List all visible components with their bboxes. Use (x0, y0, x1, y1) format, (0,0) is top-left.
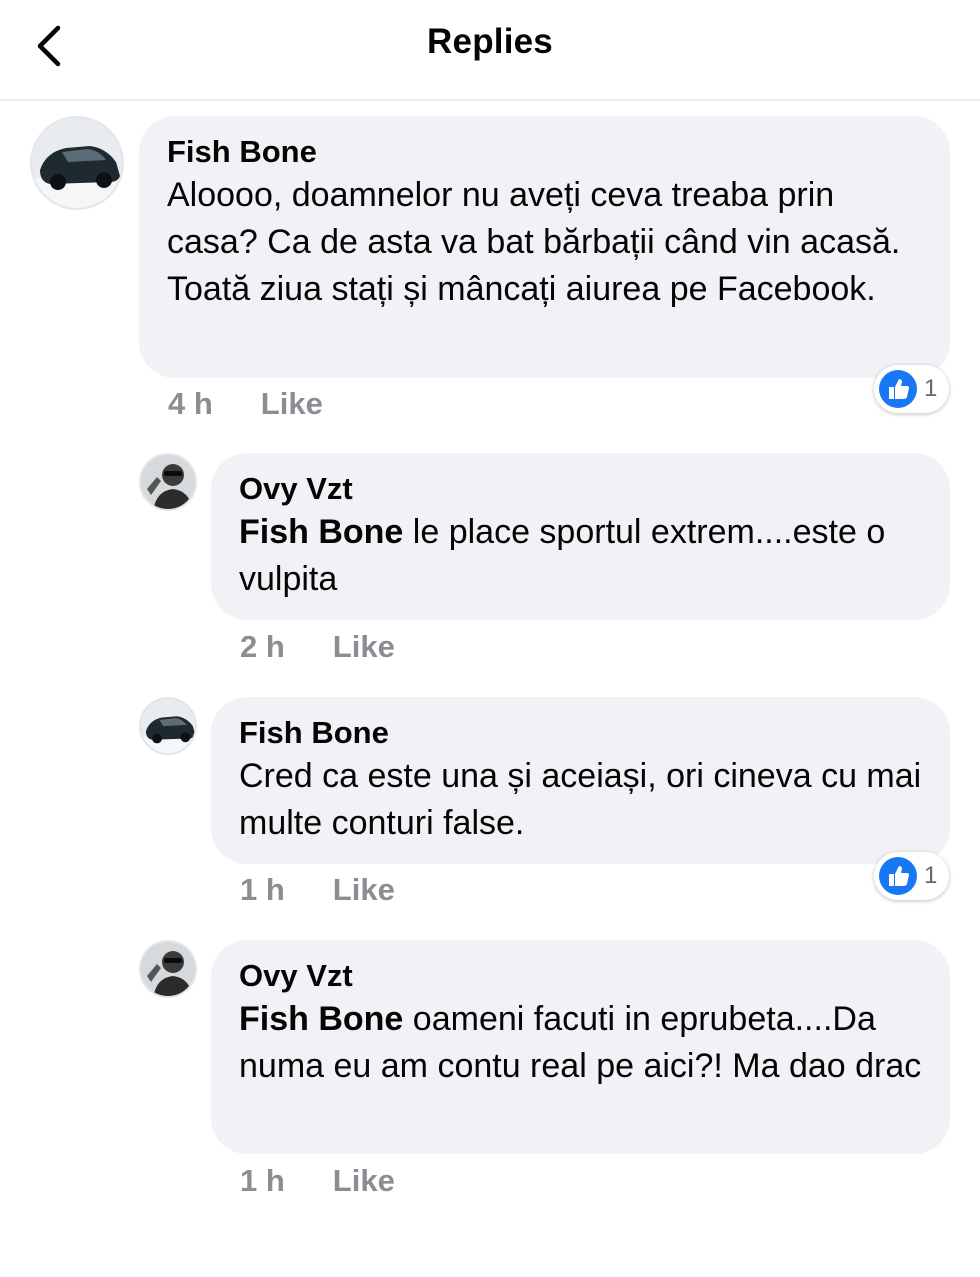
comment-meta: 1 h Like (240, 872, 395, 908)
comment-bubble[interactable]: Ovy Vzt Fish Bone le place sportul extre… (211, 453, 950, 620)
comment-time[interactable]: 1 h (240, 872, 285, 908)
avatar-person[interactable] (139, 940, 197, 998)
reaction-count-badge[interactable]: 1 (874, 852, 950, 900)
comment-meta: 1 h Like (240, 1163, 395, 1199)
comment-time[interactable]: 2 h (240, 629, 285, 665)
avatar-person[interactable] (139, 453, 197, 511)
comment-author[interactable]: Ovy Vzt (239, 956, 922, 996)
reaction-count-badge[interactable]: 1 (874, 365, 950, 413)
comment-text: Fish Bone le place sportul extrem....est… (239, 509, 922, 603)
comment-text: Fish Bone oameni facuti in eprubeta....D… (239, 996, 922, 1090)
reaction-count: 1 (924, 375, 938, 402)
like-button[interactable]: Like (261, 386, 323, 422)
avatar-car[interactable] (30, 116, 124, 210)
page-title: Replies (427, 22, 553, 61)
reaction-count: 1 (924, 862, 938, 889)
comment-time[interactable]: 1 h (240, 1163, 285, 1199)
comment-meta: 4 h Like (168, 386, 323, 422)
comment-bubble[interactable]: Ovy Vzt Fish Bone oameni facuti in eprub… (211, 940, 950, 1154)
comment-bubble[interactable]: Fish Bone Cred ca este una și aceiași, o… (211, 697, 950, 864)
comment-time[interactable]: 4 h (168, 386, 213, 422)
avatar-car[interactable] (139, 697, 197, 755)
comment-text: Aloooo, doamnelor nu aveți ceva treaba p… (167, 176, 901, 308)
thumbs-up-icon (879, 857, 917, 895)
comment-author[interactable]: Fish Bone (167, 132, 922, 172)
comment-author[interactable]: Ovy Vzt (239, 469, 922, 509)
mention-tag[interactable]: Fish Bone (239, 1000, 403, 1038)
mention-tag[interactable]: Fish Bone (239, 513, 403, 551)
top-bar: Replies (0, 0, 980, 101)
comment-meta: 2 h Like (240, 629, 395, 665)
like-button[interactable]: Like (333, 629, 395, 665)
comment-text: Cred ca este una și aceiași, ori cineva … (239, 757, 922, 842)
like-button[interactable]: Like (333, 1163, 395, 1199)
thumbs-up-icon (879, 370, 917, 408)
like-button[interactable]: Like (333, 872, 395, 908)
comment-author[interactable]: Fish Bone (239, 713, 922, 753)
comment-bubble[interactable]: Fish Bone Aloooo, doamnelor nu aveți cev… (139, 116, 950, 378)
